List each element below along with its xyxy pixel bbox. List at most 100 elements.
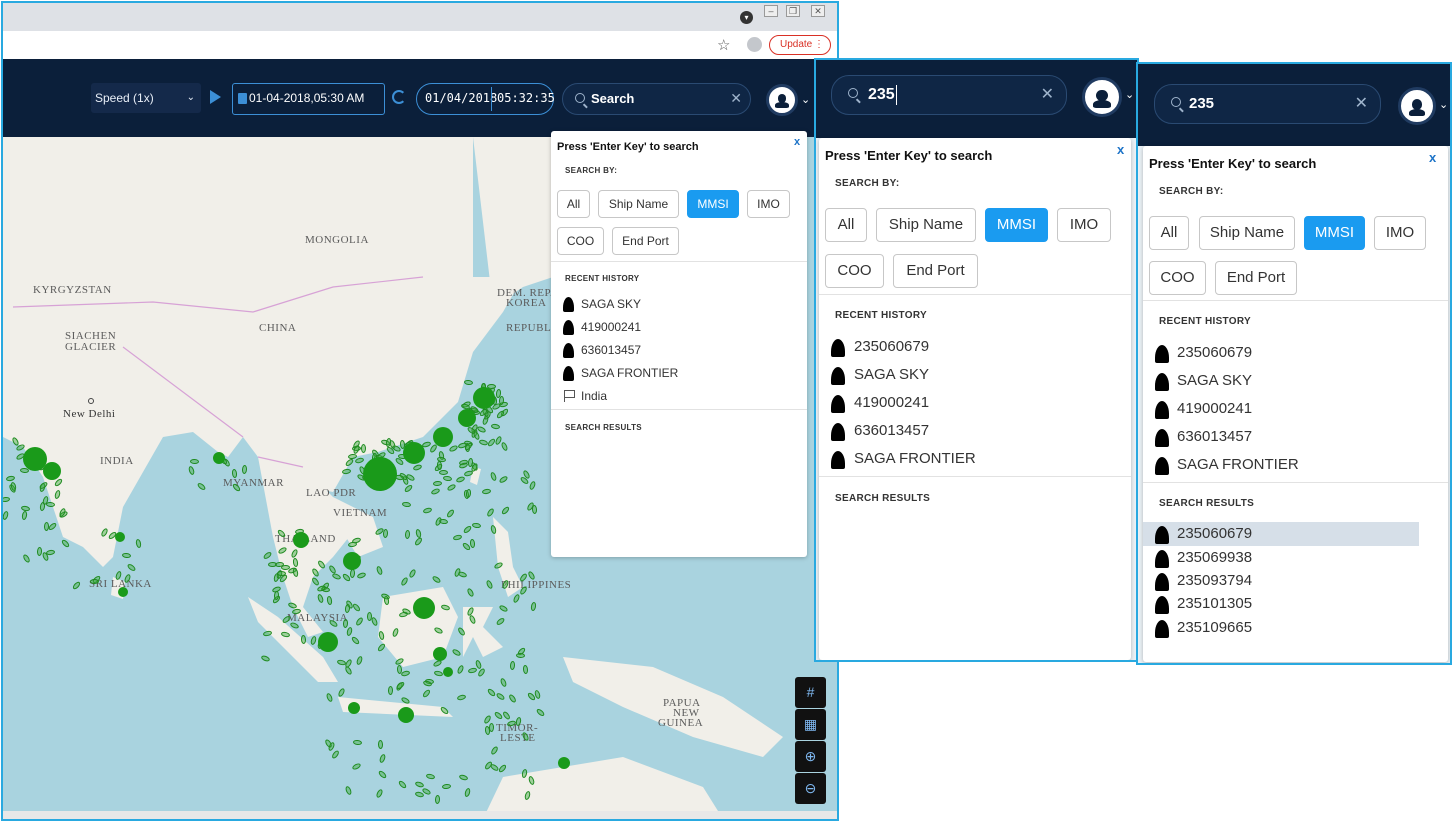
vessel-cluster[interactable] bbox=[43, 462, 61, 480]
avatar[interactable] bbox=[766, 84, 798, 116]
result-item[interactable]: 235093794 bbox=[1177, 572, 1252, 589]
result-item[interactable]: 235060679 bbox=[1177, 525, 1252, 542]
filter-coo[interactable]: COO bbox=[557, 227, 604, 255]
vessel-cluster[interactable] bbox=[348, 702, 360, 714]
vessel-marker[interactable] bbox=[90, 579, 99, 584]
vessel-marker[interactable] bbox=[439, 470, 448, 475]
filter-imo[interactable]: IMO bbox=[1057, 208, 1111, 242]
filter-all[interactable]: All bbox=[557, 190, 590, 218]
filter-mmsi[interactable]: MMSI bbox=[687, 190, 739, 218]
vessel-cluster[interactable] bbox=[118, 587, 128, 597]
filter-coo[interactable]: COO bbox=[1149, 261, 1206, 295]
vessel-cluster[interactable] bbox=[413, 597, 435, 619]
vessel-cluster[interactable] bbox=[398, 707, 414, 723]
result-item[interactable]: 235069938 bbox=[1177, 549, 1252, 566]
clear-search-icon[interactable]: ✕ bbox=[730, 90, 742, 107]
tab-menu-icon[interactable]: ▾ bbox=[740, 11, 753, 24]
vessel-cluster[interactable] bbox=[433, 647, 447, 661]
history-item[interactable]: 636013457 bbox=[854, 422, 929, 439]
vessel-cluster[interactable] bbox=[433, 427, 453, 447]
clear-search-icon[interactable]: ✕ bbox=[1041, 84, 1054, 104]
avatar[interactable] bbox=[1398, 87, 1436, 125]
chevron-down-icon[interactable]: ⌄ bbox=[1439, 98, 1448, 111]
filter-end-port[interactable]: End Port bbox=[1215, 261, 1297, 295]
history-item[interactable]: India bbox=[581, 389, 607, 403]
refresh-icon[interactable] bbox=[392, 90, 406, 104]
avatar[interactable] bbox=[1082, 77, 1122, 117]
result-item[interactable]: 235101305 bbox=[1177, 595, 1252, 612]
vessel-cluster[interactable] bbox=[458, 409, 476, 427]
history-item[interactable]: 235060679 bbox=[854, 338, 929, 355]
vessel-cluster[interactable] bbox=[115, 532, 125, 542]
result-item[interactable]: 235109665 bbox=[1177, 619, 1252, 636]
history-item[interactable]: SAGA FRONTIER bbox=[854, 450, 976, 467]
vessel-marker[interactable] bbox=[515, 652, 526, 659]
ship-icon bbox=[1155, 457, 1169, 475]
vessel-cluster[interactable] bbox=[363, 457, 397, 491]
history-item[interactable]: SAGA FRONTIER bbox=[581, 366, 678, 380]
vessel-cluster[interactable] bbox=[318, 632, 338, 652]
history-item[interactable]: SAGA FRONTIER bbox=[1177, 456, 1299, 473]
filter-ship-name[interactable]: Ship Name bbox=[598, 190, 679, 218]
history-item[interactable]: 235060679 bbox=[1177, 344, 1252, 361]
filter-imo[interactable]: IMO bbox=[747, 190, 790, 218]
chevron-down-icon[interactable]: ⌄ bbox=[801, 93, 810, 106]
address-bar[interactable] bbox=[3, 31, 837, 60]
history-item[interactable]: 636013457 bbox=[581, 343, 641, 357]
vessel-cluster[interactable] bbox=[443, 667, 453, 677]
play-icon[interactable] bbox=[210, 90, 221, 104]
minimize-icon[interactable]: – bbox=[764, 5, 778, 17]
update-button[interactable]: Update ⋮ bbox=[769, 35, 831, 55]
history-item[interactable]: 419000241 bbox=[1177, 400, 1252, 417]
filter-all[interactable]: All bbox=[1149, 216, 1189, 250]
close-panel-button[interactable]: x bbox=[1429, 150, 1436, 165]
search-input[interactable]: 235 ✕ bbox=[1154, 84, 1381, 124]
search-input[interactable]: Search ✕ bbox=[562, 83, 751, 115]
vessel-marker[interactable] bbox=[377, 739, 384, 750]
vessel-cluster[interactable] bbox=[343, 552, 361, 570]
vessel-cluster[interactable] bbox=[293, 532, 309, 548]
history-item[interactable]: 419000241 bbox=[581, 320, 641, 334]
profile-icon[interactable] bbox=[747, 37, 762, 52]
filter-ship-name[interactable]: Ship Name bbox=[1199, 216, 1295, 250]
filter-mmsi[interactable]: MMSI bbox=[985, 208, 1048, 242]
zoom-in-icon[interactable]: ⊕ bbox=[795, 741, 826, 772]
search-input[interactable]: 235 ✕ bbox=[831, 75, 1067, 115]
close-panel-button[interactable]: x bbox=[794, 136, 800, 148]
ship-icon bbox=[831, 451, 845, 469]
vessel-marker[interactable] bbox=[189, 458, 200, 465]
vessel-cluster[interactable] bbox=[403, 442, 425, 464]
history-item[interactable]: 419000241 bbox=[854, 394, 929, 411]
search-prompt: Press 'Enter Key' to search bbox=[1149, 156, 1317, 171]
restore-icon[interactable]: ❐ bbox=[786, 5, 800, 17]
vessel-cluster[interactable] bbox=[473, 387, 495, 409]
vessel-marker[interactable] bbox=[531, 504, 538, 515]
history-item[interactable]: 636013457 bbox=[1177, 428, 1252, 445]
grid-icon[interactable]: # bbox=[795, 677, 826, 708]
zoom-out-icon[interactable]: ⊖ bbox=[795, 773, 826, 804]
filter-imo[interactable]: IMO bbox=[1374, 216, 1426, 250]
filter-all[interactable]: All bbox=[825, 208, 867, 242]
filter-ship-name[interactable]: Ship Name bbox=[876, 208, 976, 242]
close-panel-button[interactable]: x bbox=[1117, 142, 1124, 157]
chevron-down-icon[interactable]: ⌄ bbox=[1125, 88, 1134, 101]
filter-mmsi[interactable]: MMSI bbox=[1304, 216, 1365, 250]
filter-end-port[interactable]: End Port bbox=[612, 227, 679, 255]
filter-coo[interactable]: COO bbox=[825, 254, 884, 288]
star-icon[interactable]: ☆ bbox=[717, 36, 730, 54]
history-item[interactable]: SAGA SKY bbox=[854, 366, 929, 383]
date-input[interactable]: 01-04-2018,05:30 AM bbox=[232, 83, 385, 115]
speed-select[interactable]: Speed (1x) ⌄ bbox=[91, 83, 201, 113]
clear-search-icon[interactable]: ✕ bbox=[1355, 93, 1368, 113]
vessel-marker[interactable] bbox=[300, 634, 307, 645]
map-label: INDIA bbox=[100, 455, 134, 467]
map-layer-icon[interactable]: ▦ bbox=[795, 709, 826, 740]
history-item[interactable]: SAGA SKY bbox=[581, 297, 641, 311]
close-icon[interactable]: ✕ bbox=[811, 5, 825, 17]
vessel-marker[interactable] bbox=[361, 444, 366, 453]
horizontal-scrollbar[interactable] bbox=[3, 811, 837, 819]
history-item[interactable]: SAGA SKY bbox=[1177, 372, 1252, 389]
filter-end-port[interactable]: End Port bbox=[893, 254, 978, 288]
vessel-cluster[interactable] bbox=[213, 452, 225, 464]
vessel-cluster[interactable] bbox=[558, 757, 570, 769]
